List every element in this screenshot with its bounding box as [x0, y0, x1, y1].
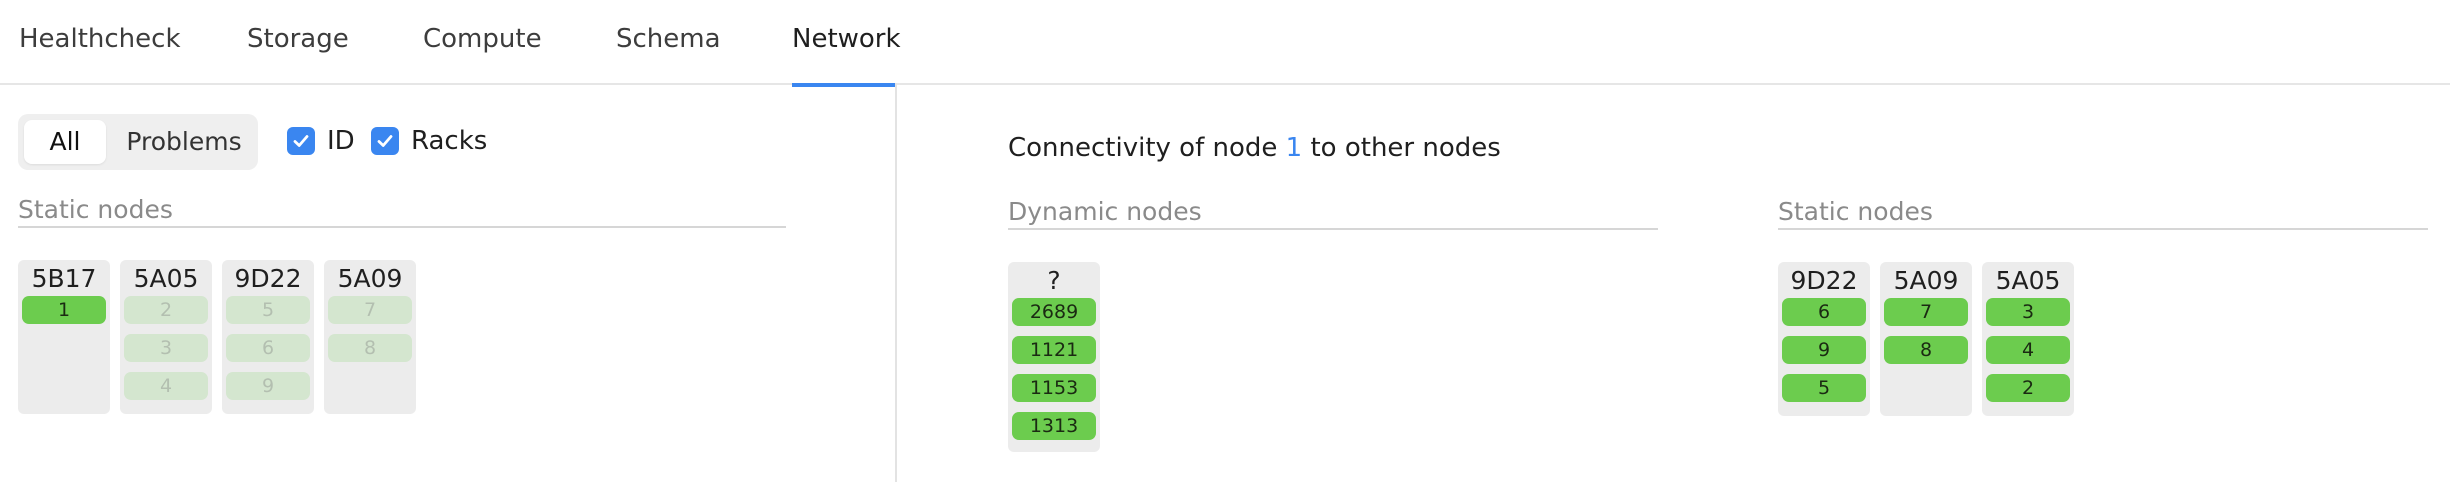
rack-name: 5A09: [337, 264, 403, 293]
node-tile[interactable]: 6: [1782, 298, 1866, 326]
rack-5a09: 5A09 7 8: [1880, 262, 1972, 416]
rack-5a09: 5A09 7 8: [324, 260, 416, 414]
node-tile[interactable]: 2: [1986, 374, 2070, 402]
node-tile[interactable]: 9: [1782, 336, 1866, 364]
node-tile[interactable]: 8: [1884, 336, 1968, 364]
dynamic-nodes-title: Dynamic nodes: [1008, 197, 1658, 230]
right-static-nodes-title: Static nodes: [1778, 197, 2428, 230]
filter-all-button[interactable]: All: [24, 120, 106, 164]
node-tile[interactable]: 7: [328, 296, 412, 324]
id-checkbox[interactable]: ID: [287, 124, 355, 158]
checkmark-icon: [371, 127, 399, 155]
rack-name: 5A09: [1893, 266, 1959, 295]
rack-9d22: 9D22 6 9 5: [1778, 262, 1870, 416]
rack-5b17: 5B17 1: [18, 260, 110, 414]
filter-problems-button[interactable]: Problems: [114, 120, 254, 164]
rack-name: 9D22: [234, 264, 302, 293]
connectivity-title: Connectivity of node 1 to other nodes: [1008, 133, 1501, 163]
node-tile[interactable]: 4: [1986, 336, 2070, 364]
racks-checkbox[interactable]: Racks: [371, 124, 487, 158]
rack-name: 5A05: [1995, 266, 2061, 295]
rack-name: 5A05: [133, 264, 199, 293]
node-tile[interactable]: 6: [226, 334, 310, 362]
node-tile[interactable]: 4: [124, 372, 208, 400]
connectivity-prefix: Connectivity of node: [1008, 133, 1286, 163]
rack-5a05: 5A05 2 3 4: [120, 260, 212, 414]
rack-name: 5B17: [31, 264, 97, 293]
panel-divider[interactable]: [895, 83, 897, 482]
rack-unknown: ? 2689 1121 1153 1313: [1008, 262, 1100, 452]
tab-network[interactable]: Network: [792, 24, 901, 87]
node-tile[interactable]: 1153: [1012, 374, 1096, 402]
tab-schema[interactable]: Schema: [616, 24, 721, 83]
node-tile[interactable]: 5: [1782, 374, 1866, 402]
node-tile[interactable]: 2689: [1012, 298, 1096, 326]
selected-node-link[interactable]: 1: [1286, 133, 1303, 163]
rack-name: ?: [1047, 266, 1061, 295]
problem-filter: All Problems: [18, 114, 258, 170]
node-tile[interactable]: 1313: [1012, 412, 1096, 440]
tab-healthcheck[interactable]: Healthcheck: [19, 24, 181, 83]
connectivity-suffix: to other nodes: [1302, 133, 1501, 163]
checkmark-icon: [287, 127, 315, 155]
node-tile[interactable]: 7: [1884, 298, 1968, 326]
id-checkbox-label: ID: [327, 126, 355, 156]
rack-5a05: 5A05 3 4 2: [1982, 262, 2074, 416]
rack-name: 9D22: [1790, 266, 1858, 295]
node-tile[interactable]: 1: [22, 296, 106, 324]
tab-bar: Healthcheck Storage Compute Schema Netwo…: [0, 0, 2450, 87]
node-tile[interactable]: 3: [124, 334, 208, 362]
tab-storage[interactable]: Storage: [247, 24, 349, 83]
node-tile[interactable]: 1121: [1012, 336, 1096, 364]
node-tile[interactable]: 3: [1986, 298, 2070, 326]
node-tile[interactable]: 5: [226, 296, 310, 324]
tab-compute[interactable]: Compute: [423, 24, 542, 83]
left-static-nodes-title: Static nodes: [18, 195, 786, 228]
node-tile[interactable]: 8: [328, 334, 412, 362]
node-tile[interactable]: 2: [124, 296, 208, 324]
racks-checkbox-label: Racks: [411, 126, 488, 156]
rack-9d22: 9D22 5 6 9: [222, 260, 314, 414]
node-tile[interactable]: 9: [226, 372, 310, 400]
